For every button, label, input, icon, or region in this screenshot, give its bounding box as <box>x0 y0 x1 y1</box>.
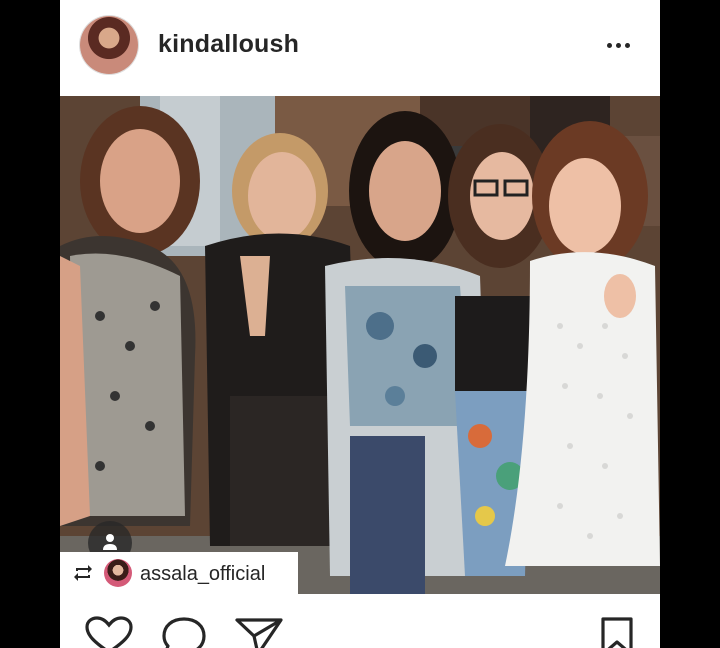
repost-icon <box>74 565 92 581</box>
bookmark-icon[interactable] <box>600 616 634 648</box>
repost-attribution[interactable]: assala_official <box>60 552 298 594</box>
send-icon[interactable] <box>234 616 284 648</box>
comment-icon[interactable] <box>160 616 208 648</box>
post-header: kindalloush <box>60 0 660 96</box>
group-photo-illustration <box>60 96 660 594</box>
more-horizontal-icon <box>615 42 621 48</box>
author-username[interactable]: kindalloush <box>158 30 299 59</box>
more-options-button[interactable] <box>601 32 635 58</box>
repost-username[interactable]: assala_official <box>140 563 265 586</box>
post-action-bar <box>60 594 660 648</box>
instagram-post: kindalloush assala_official <box>60 0 660 648</box>
screen-frame: kindalloush assala_official <box>0 0 720 648</box>
heart-icon[interactable] <box>84 616 134 648</box>
more-horizontal-icon <box>606 42 612 48</box>
repost-author-avatar[interactable] <box>104 559 132 587</box>
post-photo[interactable] <box>60 96 660 594</box>
more-horizontal-icon <box>624 42 630 48</box>
author-avatar[interactable] <box>80 16 138 74</box>
